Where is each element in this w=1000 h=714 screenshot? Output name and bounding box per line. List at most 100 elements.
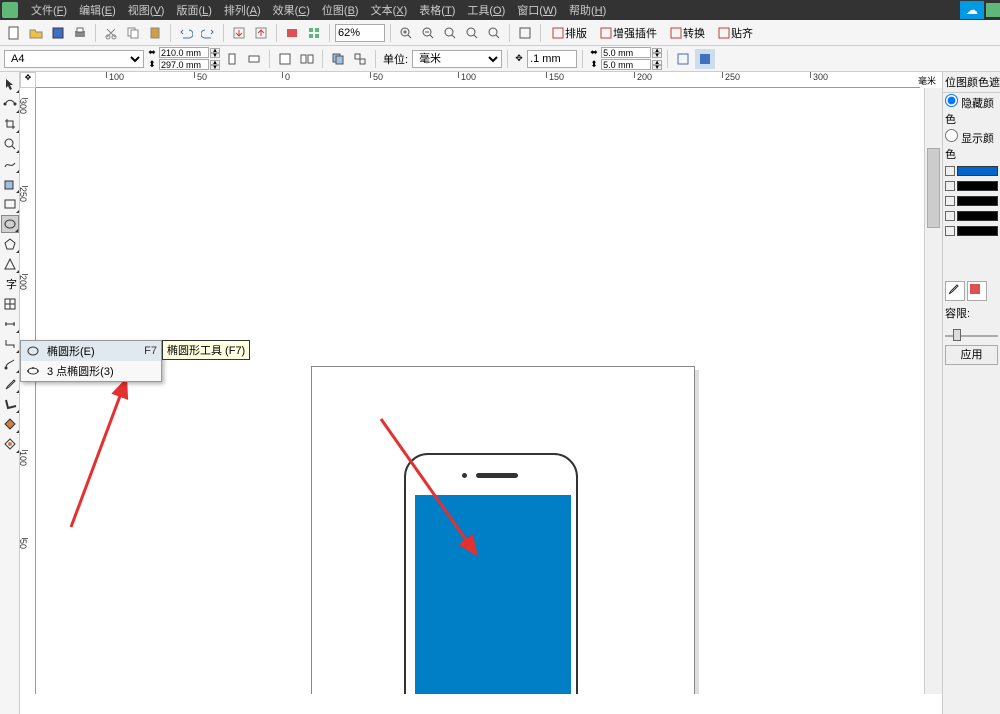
zoom-page-icon[interactable] [462,23,482,43]
main-area: 字 ✥ 100 50 0 50 100 150 200 250 300 毫米 3… [0,72,1000,714]
height-icon: ⬍ [146,60,158,70]
connector-tool[interactable] [1,335,19,353]
page-preset-select[interactable]: A4 [4,50,144,68]
undo-icon[interactable] [176,23,196,43]
menu-layout[interactable]: 版面(L) [170,2,217,18]
layout-button[interactable]: 排版 [546,23,592,43]
swatch-row-0[interactable] [945,164,998,178]
menu-bitmap[interactable]: 位图(B) [316,2,365,18]
standard-toolbar: 排版 增强插件 转换 贴齐 [0,20,1000,46]
page-width-input[interactable] [159,47,209,58]
new-icon[interactable] [4,23,24,43]
interactive-fill-tool[interactable] [1,435,19,453]
ellipse-tool[interactable] [1,215,19,233]
phone-camera-dot [462,473,467,478]
text-tool[interactable]: 字 [1,275,19,293]
flyout-3pt-ellipse[interactable]: 3 点椭圆形(3) [21,361,161,381]
zoom-width-icon[interactable] [484,23,504,43]
basic-shapes-tool[interactable] [1,255,19,273]
publish-icon[interactable] [282,23,302,43]
property-bar: A4 ⬌▲▼ ⬍▲▼ 单位: 毫米 ✥ ⬌▲▼ ⬍▲▼ [0,46,1000,72]
redo-icon[interactable] [198,23,218,43]
menu-file[interactable]: 文件(F) [25,2,73,18]
menu-window[interactable]: 窗口(W) [511,2,563,18]
fill-tool[interactable] [1,415,19,433]
dimension-tool[interactable] [1,315,19,333]
enhance-button[interactable]: 增强插件 [594,23,662,43]
zoom-tool[interactable] [1,135,19,153]
dup-y-icon: ⬍ [588,60,600,70]
table-tool[interactable] [1,295,19,313]
swatch-row-1[interactable] [945,179,998,193]
zoom-in-icon[interactable] [396,23,416,43]
radio-hide-colors[interactable]: 隐藏颜色 [943,93,1000,128]
cloud-icon[interactable]: ☁ [960,1,984,19]
nudge-input[interactable] [527,50,577,68]
fullscreen-icon[interactable] [515,23,535,43]
menu-edit[interactable]: 编辑(E) [73,2,122,18]
extra-button[interactable] [986,3,1000,17]
snap-icon[interactable] [673,49,693,69]
pages-icon[interactable] [275,49,295,69]
treat-as-filled-icon[interactable] [695,49,715,69]
portrait-icon[interactable] [222,49,242,69]
page-height-input[interactable] [159,59,209,70]
pick-tool[interactable] [1,75,19,93]
apply-button[interactable]: 应用 [945,345,998,365]
convert-button[interactable]: 转换 [664,23,710,43]
units-select[interactable]: 毫米 [412,50,502,68]
menu-tools[interactable]: 工具(O) [461,2,511,18]
zoom-input[interactable] [335,24,385,42]
menu-help[interactable]: 帮助(H) [563,2,612,18]
save-icon[interactable] [48,23,68,43]
eyedropper-tool[interactable] [1,375,19,393]
dup-y-input[interactable] [601,59,651,70]
edit-color-button[interactable] [967,281,987,301]
interactive-tool[interactable] [1,355,19,373]
print-icon[interactable] [70,23,90,43]
export-icon[interactable] [251,23,271,43]
nudge-icon: ✥ [513,54,525,64]
phone-shape[interactable] [404,453,578,694]
align-button[interactable]: 贴齐 [712,23,758,43]
import-icon[interactable] [229,23,249,43]
crop-tool[interactable] [1,115,19,133]
menu-text[interactable]: 文本(X) [365,2,414,18]
menu-arrange[interactable]: 排列(A) [218,2,267,18]
open-icon[interactable] [26,23,46,43]
landscape-icon[interactable] [244,49,264,69]
ruler-origin[interactable]: ✥ [20,72,36,88]
radio-show-colors[interactable]: 显示颜色 [943,128,1000,163]
paste-icon[interactable] [145,23,165,43]
menu-view[interactable]: 视图(V) [122,2,171,18]
duplicate-icon[interactable] [328,49,348,69]
tolerance-slider[interactable] [945,325,998,341]
flyout-ellipse[interactable]: 椭圆形(E) F7 [21,341,161,361]
phone-screen [415,495,571,694]
group-icon[interactable] [350,49,370,69]
polygon-tool[interactable] [1,235,19,253]
zoom-fit-icon[interactable] [440,23,460,43]
copy-icon[interactable] [123,23,143,43]
eyedropper-button[interactable] [945,281,965,301]
menu-table[interactable]: 表格(T) [413,2,461,18]
swatch-row-3[interactable] [945,209,998,223]
canvas[interactable] [36,88,920,694]
rectangle-tool[interactable] [1,195,19,213]
vertical-scrollbar[interactable] [924,88,942,694]
facing-pages-icon[interactable] [297,49,317,69]
zoom-out-icon[interactable] [418,23,438,43]
swatch-row-4[interactable] [945,224,998,238]
vertical-ruler[interactable]: 300 250 200 150 100 50 [20,88,36,694]
horizontal-ruler[interactable]: 100 50 0 50 100 150 200 250 300 [36,72,920,88]
shape-tool[interactable] [1,95,19,113]
cut-icon[interactable] [101,23,121,43]
app-launcher-icon[interactable] [304,23,324,43]
freehand-tool[interactable] [1,155,19,173]
width-icon: ⬌ [146,48,158,58]
dup-x-input[interactable] [601,47,651,58]
smart-fill-tool[interactable] [1,175,19,193]
menu-effects[interactable]: 效果(C) [267,2,316,18]
swatch-row-2[interactable] [945,194,998,208]
outline-tool[interactable] [1,395,19,413]
